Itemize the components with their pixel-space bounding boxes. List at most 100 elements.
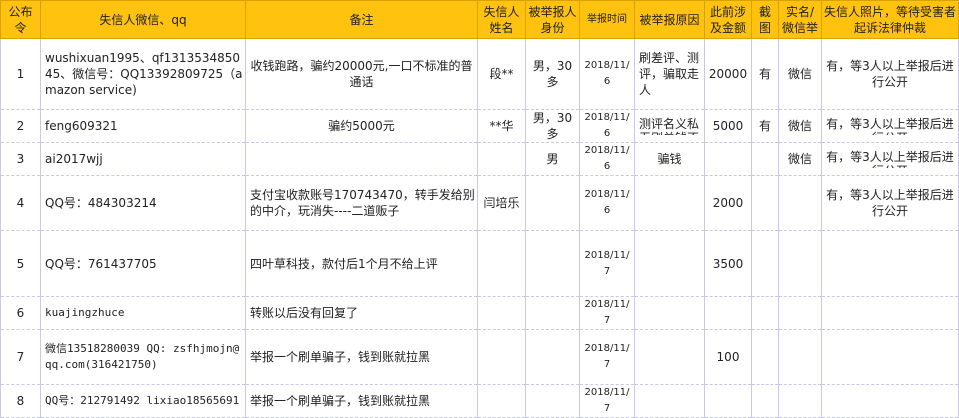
cell-reporter: 男，30多 (525, 109, 580, 143)
cell-amount (704, 142, 752, 176)
cell-time: 2018/11/6 (579, 142, 635, 176)
cell-name (477, 142, 526, 176)
table-row: 4 QQ号：484303214 支付宝收款账号170743470，转手发给别的中… (0, 175, 959, 231)
cell-photo (821, 384, 959, 418)
cell-screenshot (751, 230, 779, 297)
header-no: 公布令 (0, 0, 41, 39)
cell-no: 7 (0, 329, 41, 385)
header-remark: 备注 (245, 0, 478, 39)
table-row: 6 kuajingzhuce 转账以后没有回复了 2018/11/7 (0, 296, 959, 330)
cell-reason (634, 296, 705, 330)
cell-account: feng609321 (40, 109, 246, 143)
cell-no: 5 (0, 230, 41, 297)
header-screenshot: 截图 (751, 0, 779, 39)
cell-time: 2018/11/7 (579, 230, 635, 297)
cell-realname: 微信 (778, 38, 822, 110)
cell-name (477, 230, 526, 297)
header-time: 举报时间 (579, 0, 635, 39)
cell-name (477, 384, 526, 418)
table-row: 2 feng609321 骗约5000元 **华 男，30多 2018/11/6… (0, 109, 959, 143)
header-reason: 被举报原因 (634, 0, 705, 39)
cell-amount: 2000 (704, 175, 752, 231)
cell-reason-text: 测评名义私吞刷单钱不 (639, 117, 700, 135)
cell-name: 段** (477, 38, 526, 110)
header-realname: 实名/微信举 (778, 0, 822, 39)
cell-reason: 测评名义私吞刷单钱不 (634, 109, 705, 143)
cell-name: 闫培乐 (477, 175, 526, 231)
blacklist-table: 公布令 失信人微信、qq 备注 失信人姓名 被举报人身份 举报时间 被举报原因 … (0, 0, 959, 418)
table-row: 3 ai2017wjj 男 2018/11/6 骗钱 微信 有，等3人以上举报后… (0, 142, 959, 176)
cell-account: wushixuan1995、qf131353485045、微信号：QQ13392… (40, 38, 246, 110)
cell-photo-text: 有，等3人以上举报后进行公开 (826, 150, 954, 168)
cell-account: kuajingzhuce (40, 296, 246, 330)
cell-remark: 四叶草科技，款付后1个月不给上评 (245, 230, 478, 297)
cell-photo: 有，等3人以上举报后进行公开 (821, 142, 959, 176)
cell-reporter: 男 (525, 142, 580, 176)
cell-amount (704, 296, 752, 330)
cell-no: 2 (0, 109, 41, 143)
cell-reporter: 男，30多 (525, 38, 580, 110)
cell-remark (245, 142, 478, 176)
cell-time: 2018/11/7 (579, 296, 635, 330)
cell-screenshot (751, 175, 779, 231)
header-photo: 失信人照片，等待受害者起诉法律仲裁 (821, 0, 959, 39)
cell-reason (634, 175, 705, 231)
cell-realname: 微信 (778, 142, 822, 176)
cell-no: 1 (0, 38, 41, 110)
header-account: 失信人微信、qq (40, 0, 246, 39)
table-row: 8 QQ号：212791492 lixiao18565691 举报一个刷单骗子，… (0, 384, 959, 418)
cell-remark: 骗约5000元 (245, 109, 478, 143)
cell-photo: 有，等3人以上举报后进行公开 (821, 109, 959, 143)
cell-screenshot (751, 384, 779, 418)
cell-photo: 有，等3人以上举报后进行公开 (821, 38, 959, 110)
cell-remark: 收钱跑路，骗约20000元,一口不标准的普通话 (245, 38, 478, 110)
cell-reason (634, 230, 705, 297)
cell-reason (634, 329, 705, 385)
cell-account: QQ号：484303214 (40, 175, 246, 231)
cell-photo (821, 230, 959, 297)
cell-account: QQ号：761437705 (40, 230, 246, 297)
cell-realname (778, 175, 822, 231)
cell-remark: 支付宝收款账号170743470，转手发给别的中介，玩消失----二道贩子 (245, 175, 478, 231)
cell-amount: 5000 (704, 109, 752, 143)
cell-no: 6 (0, 296, 41, 330)
cell-photo-text: 有，等3人以上举报后进行公开 (826, 117, 954, 135)
cell-account: QQ号：212791492 lixiao18565691 (40, 384, 246, 418)
cell-time: 2018/11/6 (579, 109, 635, 143)
header-amount: 此前涉及金额 (704, 0, 752, 39)
cell-realname (778, 329, 822, 385)
header-name: 失信人姓名 (477, 0, 526, 39)
cell-no: 3 (0, 142, 41, 176)
cell-realname (778, 296, 822, 330)
cell-name (477, 329, 526, 385)
cell-reason (634, 384, 705, 418)
cell-amount (704, 384, 752, 418)
cell-realname (778, 230, 822, 297)
cell-reporter (525, 230, 580, 297)
table-row: 5 QQ号：761437705 四叶草科技，款付后1个月不给上评 2018/11… (0, 230, 959, 297)
header-row: 公布令 失信人微信、qq 备注 失信人姓名 被举报人身份 举报时间 被举报原因 … (0, 0, 959, 39)
cell-time: 2018/11/6 (579, 175, 635, 231)
cell-photo (821, 329, 959, 385)
cell-account: 微信13518280039 QQ: zsfhjmojn@qq.com(31642… (40, 329, 246, 385)
cell-screenshot (751, 296, 779, 330)
cell-amount: 3500 (704, 230, 752, 297)
cell-remark: 举报一个刷单骗子，钱到账就拉黑 (245, 329, 478, 385)
cell-no: 4 (0, 175, 41, 231)
cell-name (477, 296, 526, 330)
cell-reporter (525, 296, 580, 330)
cell-photo: 有，等3人以上举报后进行公开 (821, 175, 959, 231)
cell-amount: 20000 (704, 38, 752, 110)
cell-time: 2018/11/7 (579, 384, 635, 418)
cell-account: ai2017wjj (40, 142, 246, 176)
table-row: 7 微信13518280039 QQ: zsfhjmojn@qq.com(316… (0, 329, 959, 385)
cell-reason: 刷差评、测评，骗取走人 (634, 38, 705, 110)
header-reporter: 被举报人身份 (525, 0, 580, 39)
cell-remark: 转账以后没有回复了 (245, 296, 478, 330)
table-row: 1 wushixuan1995、qf131353485045、微信号：QQ133… (0, 38, 959, 110)
cell-reason: 骗钱 (634, 142, 705, 176)
cell-reporter (525, 329, 580, 385)
cell-screenshot: 有 (751, 38, 779, 110)
cell-photo (821, 296, 959, 330)
cell-amount: 100 (704, 329, 752, 385)
